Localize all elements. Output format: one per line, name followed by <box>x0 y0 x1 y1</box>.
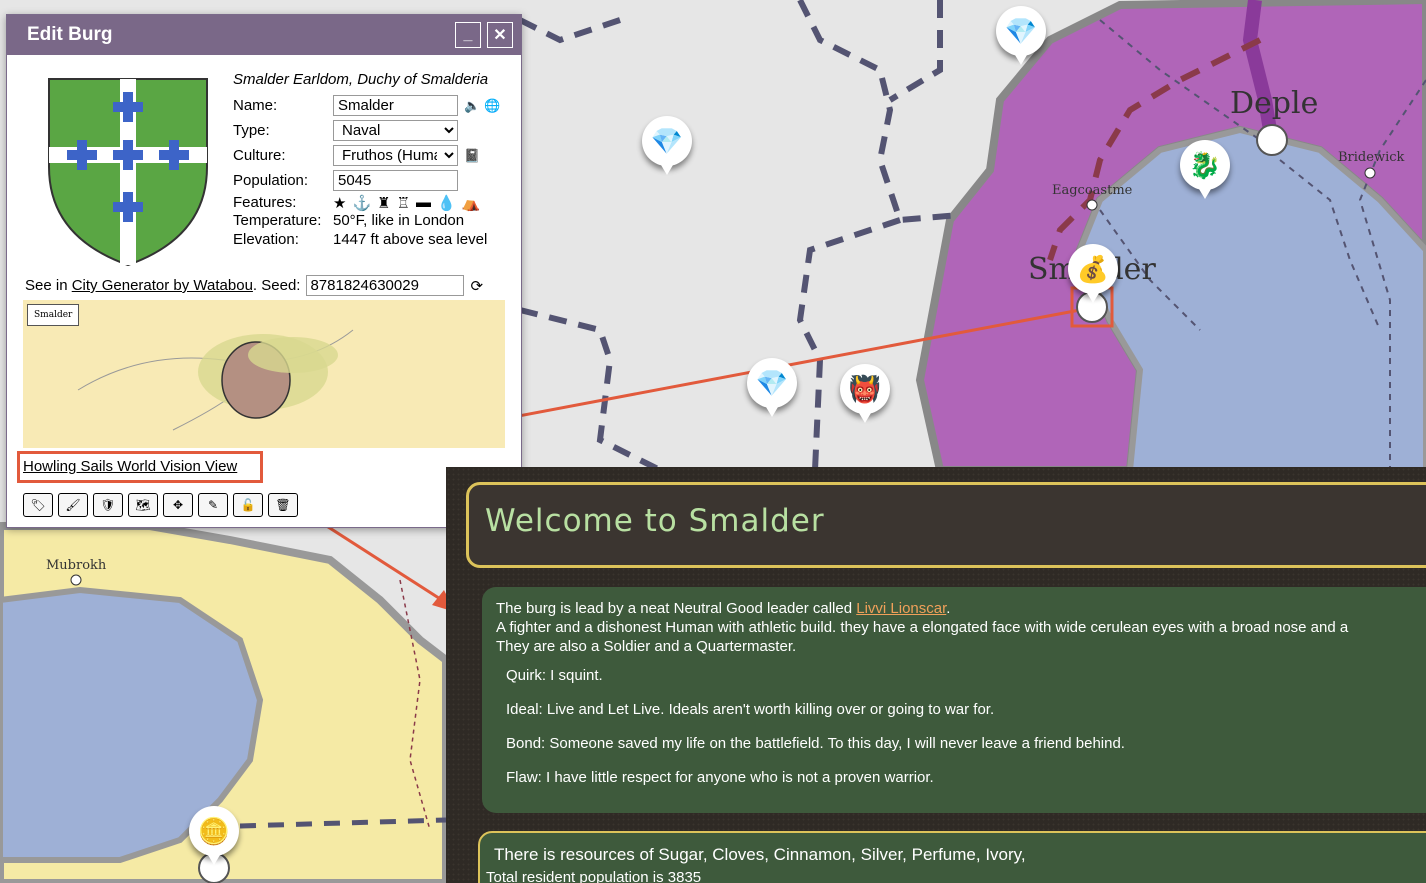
resources-card: There is resources of Sugar, Cloves, Cin… <box>478 831 1426 883</box>
burg-name-input[interactable] <box>333 95 458 116</box>
leader-name-link[interactable]: Livvi Lionscar <box>856 600 946 617</box>
temple-icon[interactable]: 💧 <box>437 194 456 212</box>
flaw-text: Flaw: I have little respect for anyone w… <box>506 769 934 786</box>
world-vision-panel: Welcome to Smalder The burg is lead by a… <box>446 467 1426 883</box>
leader-line: The burg is lead by a neat Neutral Good … <box>496 599 1426 618</box>
burg-type-select[interactable]: Naval <box>333 120 458 141</box>
map-icon[interactable]: 🗺 <box>128 493 158 517</box>
map-label-mubrokh[interactable]: Mubrokh <box>46 558 106 573</box>
treasure-marker-icon[interactable]: 🪙 <box>189 806 239 865</box>
gem-marker-icon[interactable]: 💎 <box>747 358 797 417</box>
gem-marker-icon[interactable]: 💎 <box>642 116 692 175</box>
leader-card: The burg is lead by a neat Neutral Good … <box>482 587 1426 813</box>
dialog-titlebar[interactable]: Edit Burg _ ✕ <box>7 15 521 55</box>
quirk-text: Quirk: I squint. <box>506 667 603 684</box>
serpent-marker-icon[interactable]: 🐉 <box>1180 140 1230 199</box>
shield-icon[interactable]: 🛡 <box>93 493 123 517</box>
walls-icon[interactable]: ♖ <box>397 194 410 212</box>
temperature-label: Temperature: <box>233 212 322 229</box>
port-anchor-icon[interactable]: ⚓ <box>352 194 371 212</box>
minimize-button[interactable]: _ <box>455 22 481 48</box>
map-label-bridewick[interactable]: Bridewick <box>1338 150 1404 165</box>
bond-text: Bond: Someone saved my life on the battl… <box>506 735 1125 752</box>
globe-icon[interactable]: 🌐 <box>484 98 500 114</box>
shanty-icon[interactable]: ⛺ <box>462 194 481 212</box>
dialog-toolbar: 🏷 🖌 🛡 🗺 ✥ ✎ 🔓 🗑 <box>23 493 298 517</box>
citadel-icon[interactable]: ♜ <box>377 194 390 212</box>
culture-book-icon[interactable]: 📓 <box>464 148 480 164</box>
culture-label: Culture: <box>233 147 286 164</box>
regenerate-name-icon[interactable]: 🔈 <box>464 98 480 114</box>
close-button[interactable]: ✕ <box>487 22 513 48</box>
edit-burg-dialog: Edit Burg _ ✕ Smalder Earldom, Duchy of … <box>6 14 522 528</box>
move-icon[interactable]: ✥ <box>163 493 193 517</box>
brush-icon[interactable]: 🖌 <box>58 493 88 517</box>
capital-star-icon[interactable]: ★ <box>333 194 346 212</box>
city-preview-map[interactable]: Smalder <box>23 300 505 448</box>
name-label: Name: <box>233 97 278 114</box>
gem-marker-icon[interactable]: 💎 <box>996 6 1046 65</box>
population-label: Population: <box>233 172 309 189</box>
map-label-eagcoastme[interactable]: Eagcoastme <box>1052 183 1132 198</box>
see-in-label: See in <box>25 277 68 294</box>
coat-of-arms-emblem[interactable] <box>47 77 209 267</box>
ideal-text: Ideal: Live and Let Live. Ideals aren't … <box>506 701 995 718</box>
city-generator-link[interactable]: City Generator by Watabou <box>72 277 253 294</box>
seed-input[interactable] <box>306 275 465 296</box>
elevation-value: 1447 ft above sea level <box>333 231 488 248</box>
welcome-banner: Welcome to Smalder <box>466 482 1426 568</box>
tag-icon[interactable]: 🏷 <box>23 493 53 517</box>
money-bag-marker-icon[interactable]: 💰 <box>1068 244 1118 303</box>
type-label: Type: <box>233 122 270 139</box>
population-text: Total resident population is 3835 <box>486 869 702 883</box>
edit-icon[interactable]: ✎ <box>198 493 228 517</box>
elevation-label: Elevation: <box>233 231 299 248</box>
monster-marker-icon[interactable]: 👹 <box>840 364 890 423</box>
unlock-icon[interactable]: 🔓 <box>233 493 263 517</box>
burg-culture-select[interactable]: Fruthos (Huma <box>333 145 458 166</box>
refresh-seed-icon[interactable]: ⟳ <box>470 277 483 295</box>
leader-prefix: The burg is lead by a neat Neutral Good … <box>496 600 857 617</box>
leader-description: A fighter and a dishonest Human with ath… <box>496 619 1349 636</box>
world-vision-link[interactable]: Howling Sails World Vision View <box>23 458 237 475</box>
map-label-deple[interactable]: Deple <box>1230 86 1318 121</box>
temperature-value: 50°F, like in London <box>333 212 465 229</box>
dialog-title: Edit Burg <box>27 24 113 45</box>
burg-population-input[interactable] <box>333 170 458 191</box>
features-label: Features: <box>233 194 297 211</box>
leader-suffix: . <box>946 600 951 617</box>
leader-roles: They are also a Soldier and a Quartermas… <box>496 638 797 655</box>
seed-label: . Seed: <box>252 277 301 294</box>
trash-icon[interactable]: 🗑 <box>268 493 298 517</box>
plaza-icon[interactable]: ▬ <box>416 194 431 212</box>
welcome-heading: Welcome to Smalder <box>485 503 825 539</box>
burg-state-line: Smalder Earldom, Duchy of Smalderia <box>233 71 489 88</box>
resources-text: There is resources of Sugar, Cloves, Cin… <box>494 845 1026 864</box>
